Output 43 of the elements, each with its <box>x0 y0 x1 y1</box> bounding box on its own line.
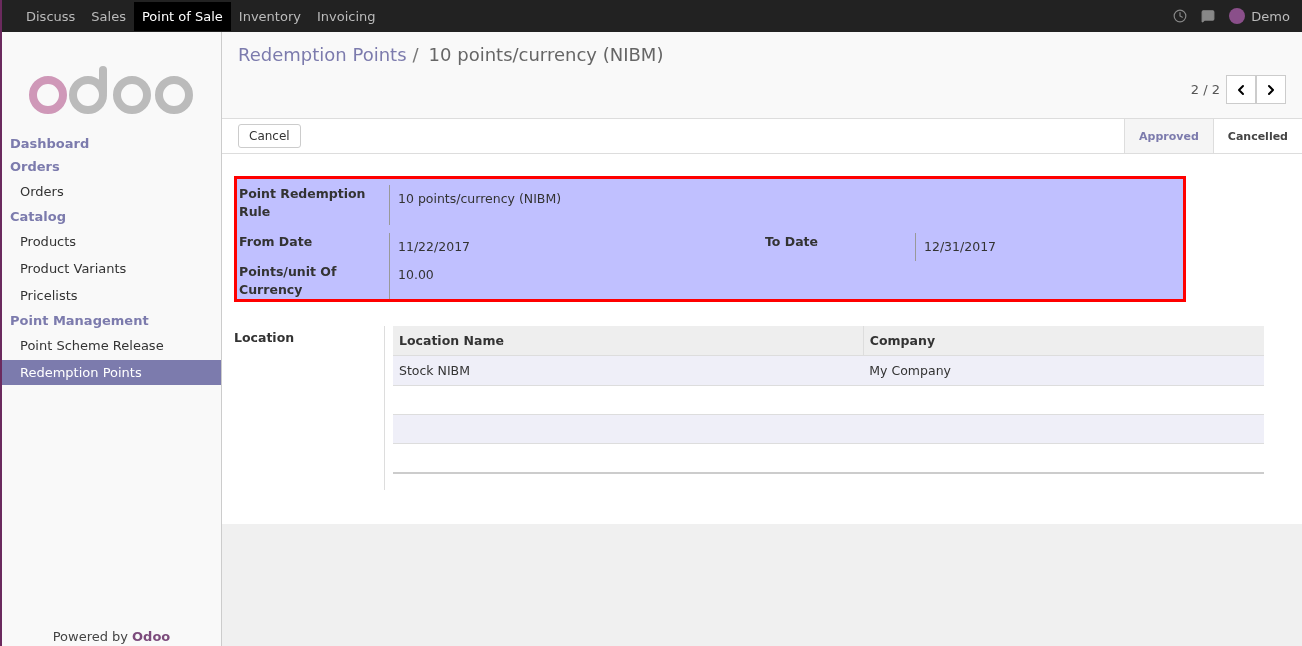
breadcrumb-current: 10 points/currency (NIBM) <box>428 44 664 65</box>
column-header: Company <box>863 326 1264 356</box>
menu-section[interactable]: Dashboard <box>2 132 221 155</box>
next-button[interactable] <box>1256 75 1286 104</box>
chat-icon[interactable] <box>1201 9 1216 23</box>
field-value: 10 points/currency (NIBM) <box>389 185 765 225</box>
app-menu-item[interactable]: Inventory <box>230 1 309 31</box>
menu-item[interactable]: Redemption Points <box>2 360 221 385</box>
app-menu-item[interactable]: Sales <box>83 1 134 31</box>
menu-item[interactable]: Products <box>2 229 221 254</box>
menu-item[interactable]: Pricelists <box>2 283 221 308</box>
app-menu-item[interactable]: Invoicing <box>308 1 384 31</box>
powered-by-text: Powered by <box>52 629 129 644</box>
avatar-icon <box>1229 8 1246 24</box>
user-menu[interactable]: Demo <box>1229 8 1290 24</box>
menu-section[interactable]: Point Management <box>2 309 221 332</box>
field-value: 10.00 <box>389 261 765 299</box>
field-value: 12/31/2017 <box>915 233 1183 261</box>
previous-button[interactable] <box>1226 75 1256 104</box>
clock-icon[interactable] <box>1173 9 1188 23</box>
field-label: To Date <box>765 233 820 251</box>
field-label: From Date <box>239 233 314 251</box>
breadcrumb-separator: / <box>412 44 419 65</box>
app-menu-item[interactable]: Discuss <box>18 1 84 31</box>
menu-item[interactable]: Orders <box>2 179 221 204</box>
table-row[interactable]: Stock NIBM My Company <box>393 355 1264 386</box>
breadcrumb-link[interactable]: Redemption Points <box>238 44 407 65</box>
pager-counter: 2 / 2 <box>1190 82 1220 97</box>
menu-section[interactable]: Catalog <box>2 205 221 228</box>
cancel-button[interactable]: Cancel <box>238 124 301 148</box>
column-header: Location Name <box>393 326 864 356</box>
menu-item[interactable]: Product Variants <box>2 256 221 281</box>
table-cell: My Company <box>863 355 1264 386</box>
field-value: 11/22/2017 <box>389 233 765 261</box>
menu-section[interactable]: Orders <box>2 155 221 178</box>
menu-item[interactable]: Point Scheme Release <box>2 333 221 358</box>
field-label: Points/unit Of Currency <box>239 263 338 299</box>
table-cell: Stock NIBM <box>393 355 864 386</box>
odoo-link[interactable]: Odoo <box>132 629 171 644</box>
app-menu-item[interactable]: Point of Sale <box>133 1 231 31</box>
status-step[interactable]: Approved <box>1124 119 1213 153</box>
field-label: Location <box>234 329 296 347</box>
field-label: Point Redemption Rule <box>239 185 367 221</box>
